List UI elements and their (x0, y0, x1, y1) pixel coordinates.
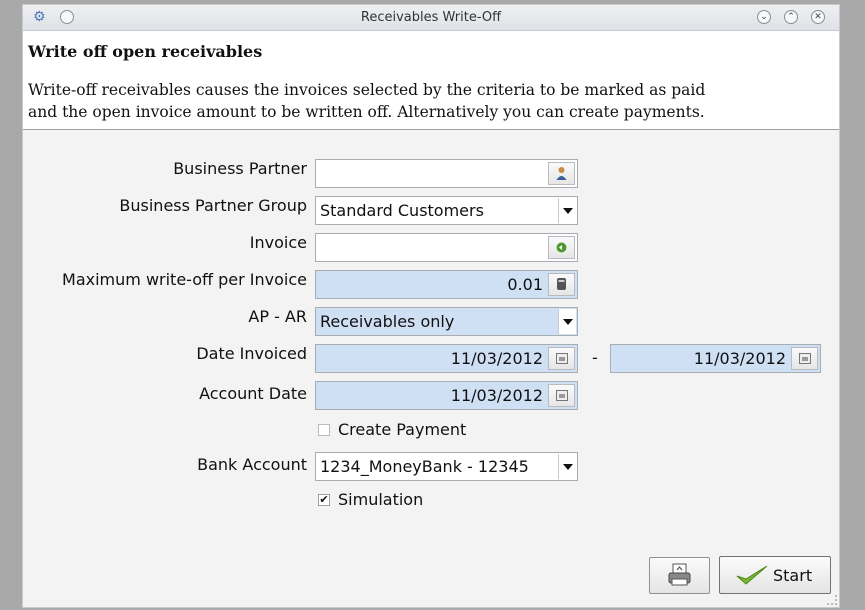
max-writeoff-value: 0.01 (507, 275, 543, 294)
simulation-checkbox[interactable]: ✔ (318, 494, 330, 506)
create-payment-checkbox[interactable] (318, 424, 330, 436)
invoice-field[interactable] (315, 233, 578, 262)
bp-group-value: Standard Customers (320, 201, 484, 220)
bp-group-label: Business Partner Group (119, 196, 307, 215)
window-title: Receivables Write-Off (360, 10, 502, 25)
business-partner-field[interactable] (315, 159, 578, 188)
business-partner-search-button[interactable] (548, 162, 575, 185)
chevron-down-icon (563, 208, 573, 214)
process-title: Write off open receivables (28, 42, 263, 61)
close-icon[interactable]: ✕ (811, 10, 825, 24)
date-invoiced-from-value: 11/03/2012 (450, 349, 543, 368)
bank-account-select[interactable]: 1234_MoneyBank - 12345 (315, 452, 578, 481)
date-invoiced-to-value: 11/03/2012 (693, 349, 786, 368)
calculator-button[interactable] (548, 273, 575, 296)
dialog-window: ⚙ Receivables Write-Off ⌄ ⌃ ✕ Write off … (22, 4, 840, 608)
zoom-green-icon (556, 242, 567, 253)
calculator-icon (557, 278, 566, 290)
ap-ar-value: Receivables only (320, 312, 455, 331)
start-button[interactable]: Start (719, 556, 831, 594)
print-button[interactable] (649, 557, 710, 594)
account-date-label: Account Date (199, 384, 307, 403)
account-date-value: 11/03/2012 (450, 386, 543, 405)
header-panel: Write off open receivables Write-off rec… (23, 31, 839, 130)
simulation-label: Simulation (338, 490, 424, 509)
calendar-icon (556, 390, 568, 401)
person-icon (556, 167, 567, 180)
date-invoiced-from-field[interactable]: 11/03/2012 (315, 344, 578, 373)
description-line: and the open invoice amount to be writte… (28, 103, 705, 121)
process-description: Write-off receivables causes the invoice… (28, 79, 828, 123)
invoice-search-button[interactable] (548, 236, 575, 259)
account-date-calendar-button[interactable] (548, 384, 575, 407)
bank-account-dropdown-button[interactable] (558, 454, 576, 479)
date-invoiced-label: Date Invoiced (196, 344, 307, 363)
bp-group-dropdown-button[interactable] (558, 198, 576, 223)
maximize-icon[interactable]: ⌃ (784, 10, 798, 24)
minimize-icon[interactable]: ⌄ (757, 10, 771, 24)
date-range-separator: - (592, 348, 598, 367)
ap-ar-label: AP - AR (248, 307, 307, 326)
print-icon (668, 563, 691, 586)
bp-group-select[interactable]: Standard Customers (315, 196, 578, 225)
max-writeoff-field[interactable]: 0.01 (315, 270, 578, 299)
account-date-field[interactable]: 11/03/2012 (315, 381, 578, 410)
description-line: Write-off receivables causes the invoice… (28, 81, 706, 99)
calendar-icon (556, 353, 568, 364)
checkmark-icon (736, 565, 768, 585)
ap-ar-select[interactable]: Receivables only (315, 307, 578, 336)
title-bar: ⚙ Receivables Write-Off ⌄ ⌃ ✕ (23, 5, 839, 31)
invoice-label: Invoice (249, 233, 307, 252)
chevron-down-icon (563, 319, 573, 325)
bank-account-value: 1234_MoneyBank - 12345 (320, 457, 529, 476)
resize-grip[interactable] (827, 595, 837, 605)
date-invoiced-from-calendar-button[interactable] (548, 347, 575, 370)
calendar-icon (799, 353, 811, 364)
date-invoiced-to-field[interactable]: 11/03/2012 (610, 344, 821, 373)
bank-account-label: Bank Account (197, 455, 307, 474)
create-payment-label: Create Payment (338, 420, 467, 439)
ap-ar-dropdown-button[interactable] (558, 309, 576, 334)
chevron-down-icon (563, 464, 573, 470)
date-invoiced-to-calendar-button[interactable] (791, 347, 818, 370)
start-button-label: Start (773, 566, 813, 585)
business-partner-label: Business Partner (173, 159, 307, 178)
max-writeoff-label: Maximum write-off per Invoice (62, 270, 307, 289)
